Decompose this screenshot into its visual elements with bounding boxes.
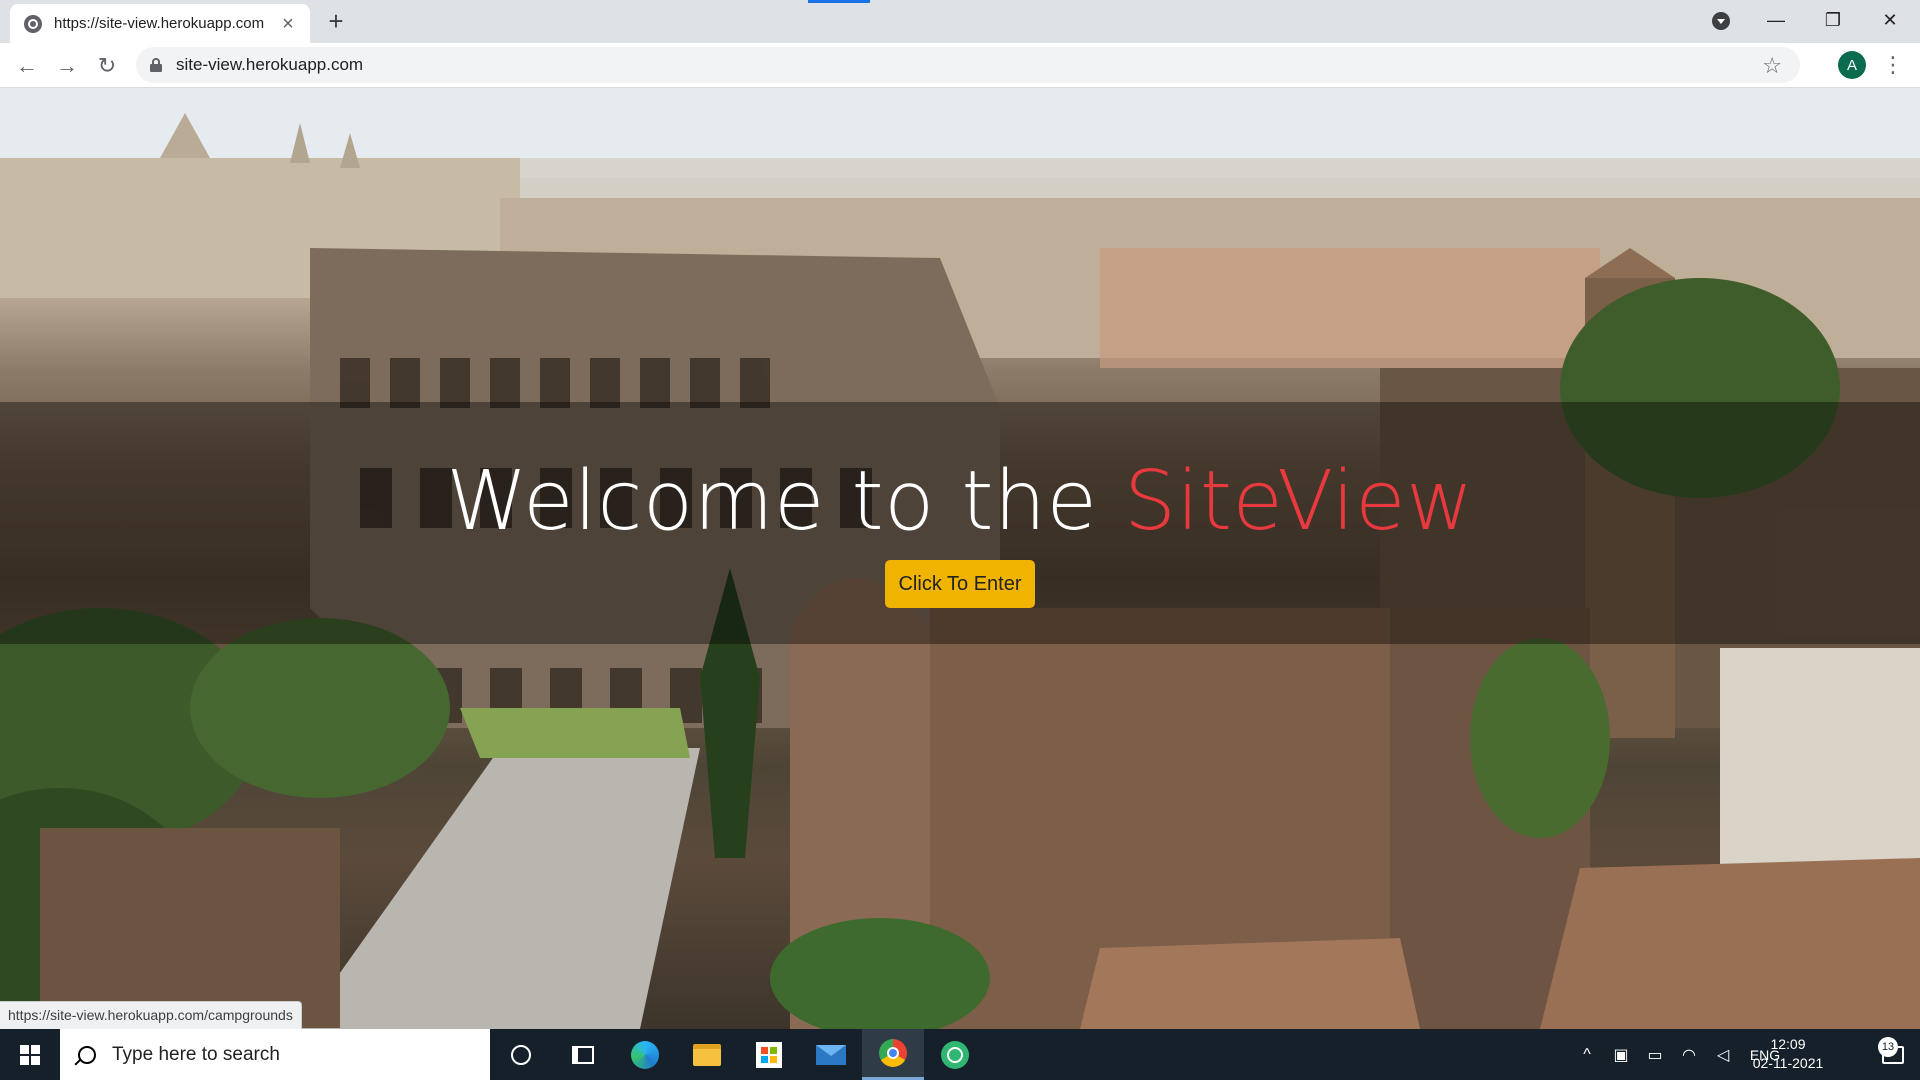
edge-icon: [631, 1040, 659, 1069]
minimize-button[interactable]: —: [1748, 0, 1804, 40]
wifi-icon[interactable]: ◠: [1672, 1045, 1706, 1065]
browser-menu-icon[interactable]: ⋮: [1882, 51, 1904, 81]
page-viewport: Welcome to the SiteView Click To Enter h…: [0, 88, 1920, 1029]
lock-icon[interactable]: [150, 58, 162, 72]
link-status-bubble: https://site-view.herokuapp.com/campgrou…: [0, 1001, 302, 1029]
hero-title-prefix: Welcome to the: [446, 454, 1124, 549]
tab-loading-indicator: [808, 0, 870, 3]
taskbar-search-box[interactable]: Type here to search: [60, 1029, 490, 1080]
click-to-enter-button[interactable]: Click To Enter: [885, 560, 1035, 608]
search-placeholder: Type here to search: [112, 1043, 280, 1065]
action-center-button[interactable]: 13: [1866, 1029, 1920, 1080]
back-button[interactable]: ←: [12, 51, 42, 81]
chrome-icon: [879, 1039, 907, 1067]
new-tab-button[interactable]: +: [322, 8, 350, 36]
store-button[interactable]: [738, 1029, 800, 1080]
chrome-button[interactable]: [862, 1029, 924, 1080]
file-explorer-icon: [693, 1043, 721, 1066]
hero-title: Welcome to the SiteView: [0, 454, 1920, 549]
cortana-button[interactable]: [490, 1029, 552, 1080]
battery-icon[interactable]: ▭: [1638, 1045, 1672, 1065]
clock-date: 02-11-2021: [1752, 1055, 1824, 1071]
browser-tabstrip: https://site-view.herokuapp.com × + — ❐ …: [0, 0, 1920, 43]
globe-icon: [24, 14, 42, 33]
task-view-button[interactable]: [552, 1029, 614, 1080]
tab-title: https://site-view.herokuapp.com: [54, 15, 265, 32]
mail-button[interactable]: [800, 1029, 862, 1080]
close-window-button[interactable]: ✕: [1862, 0, 1918, 40]
windows-taskbar: Type here to search ^ ▣ ▭ ◠ ◁ ENG 12:09 …: [0, 1029, 1920, 1080]
security-icon[interactable]: ▣: [1604, 1045, 1638, 1065]
windows-logo-icon: [20, 1044, 40, 1065]
taskbar-clock[interactable]: 12:09 02-11-2021: [1748, 1035, 1828, 1073]
search-icon: [78, 1045, 96, 1064]
atom-icon: [941, 1040, 969, 1069]
start-button[interactable]: [0, 1029, 60, 1080]
volume-icon[interactable]: ◁: [1706, 1045, 1740, 1065]
browser-tab-active[interactable]: https://site-view.herokuapp.com ×: [10, 4, 310, 43]
tab-search-icon[interactable]: [1712, 12, 1730, 30]
show-hidden-icons-chevron[interactable]: ^: [1570, 1046, 1604, 1064]
atom-button[interactable]: [924, 1029, 986, 1080]
notification-count-badge: 13: [1878, 1037, 1898, 1057]
forward-button[interactable]: →: [52, 51, 82, 81]
clock-time: 12:09: [1770, 1036, 1806, 1052]
reload-button[interactable]: ↻: [92, 51, 122, 81]
mail-icon: [816, 1044, 846, 1065]
task-view-icon: [572, 1045, 594, 1064]
address-bar[interactable]: site-view.herokuapp.com ☆: [136, 47, 1800, 83]
restore-button[interactable]: ❐: [1805, 0, 1861, 40]
browser-toolbar: ← → ↻ site-view.herokuapp.com ☆ A ⋮: [0, 43, 1920, 88]
bookmark-star-icon[interactable]: ☆: [1762, 53, 1782, 79]
file-explorer-button[interactable]: [676, 1029, 738, 1080]
profile-avatar[interactable]: A: [1838, 51, 1866, 79]
url-text[interactable]: site-view.herokuapp.com: [176, 55, 363, 75]
hero-title-brand: SiteView: [1124, 454, 1474, 549]
edge-button[interactable]: [614, 1029, 676, 1080]
store-icon: [756, 1041, 782, 1068]
tab-close-button[interactable]: ×: [278, 14, 298, 34]
cortana-icon: [511, 1044, 531, 1065]
